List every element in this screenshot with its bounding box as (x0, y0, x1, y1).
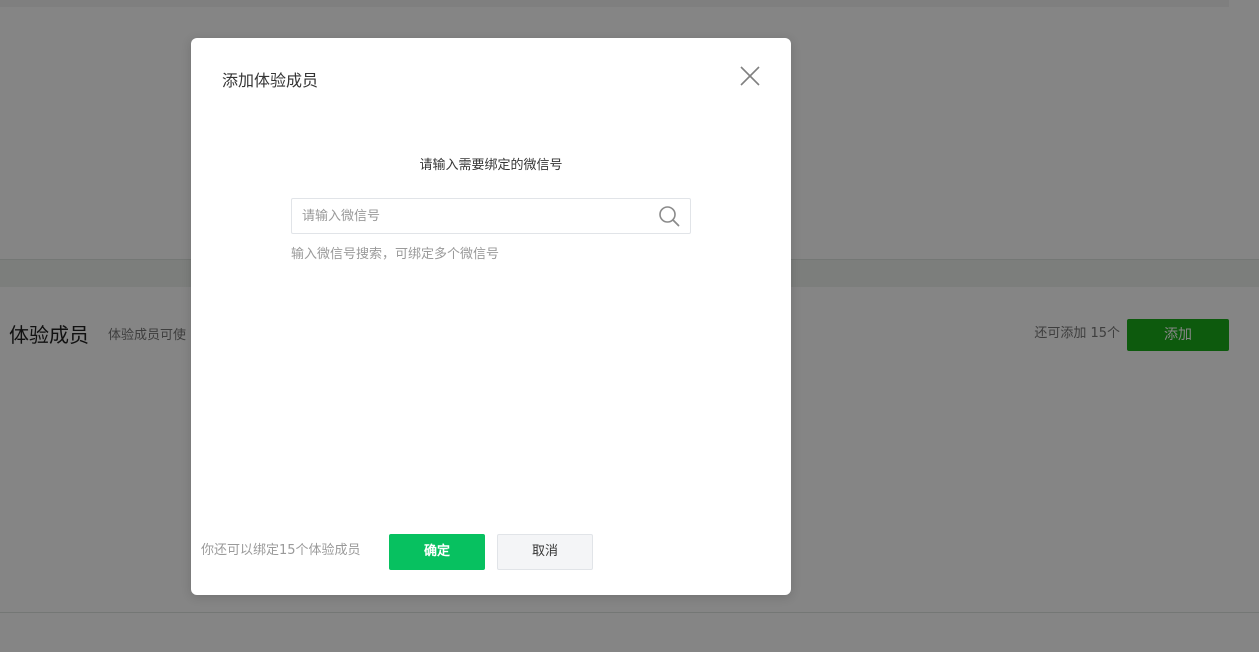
search-icon[interactable] (658, 205, 680, 227)
close-icon (740, 66, 760, 86)
cancel-button[interactable]: 取消 (497, 534, 593, 570)
wechat-id-input[interactable] (292, 199, 652, 233)
page: 体验成员 体验成员可使 还可添加 15个 添加 添加体验成员 请输入需要绑定的微… (0, 0, 1259, 652)
dialog-title: 添加体验成员 (222, 71, 319, 90)
prompt-text: 请输入需要绑定的微信号 (419, 158, 563, 173)
search-hint: 输入微信号搜索，可绑定多个微信号 (291, 247, 500, 262)
search-box (291, 198, 691, 234)
close-button[interactable] (736, 62, 764, 90)
add-member-dialog: 添加体验成员 请输入需要绑定的微信号 输入微信号搜索，可绑定多个微信号 你还可以… (191, 38, 791, 595)
remaining-bind-note: 你还可以绑定15个体验成员 (201, 543, 361, 558)
confirm-button[interactable]: 确定 (389, 534, 485, 570)
